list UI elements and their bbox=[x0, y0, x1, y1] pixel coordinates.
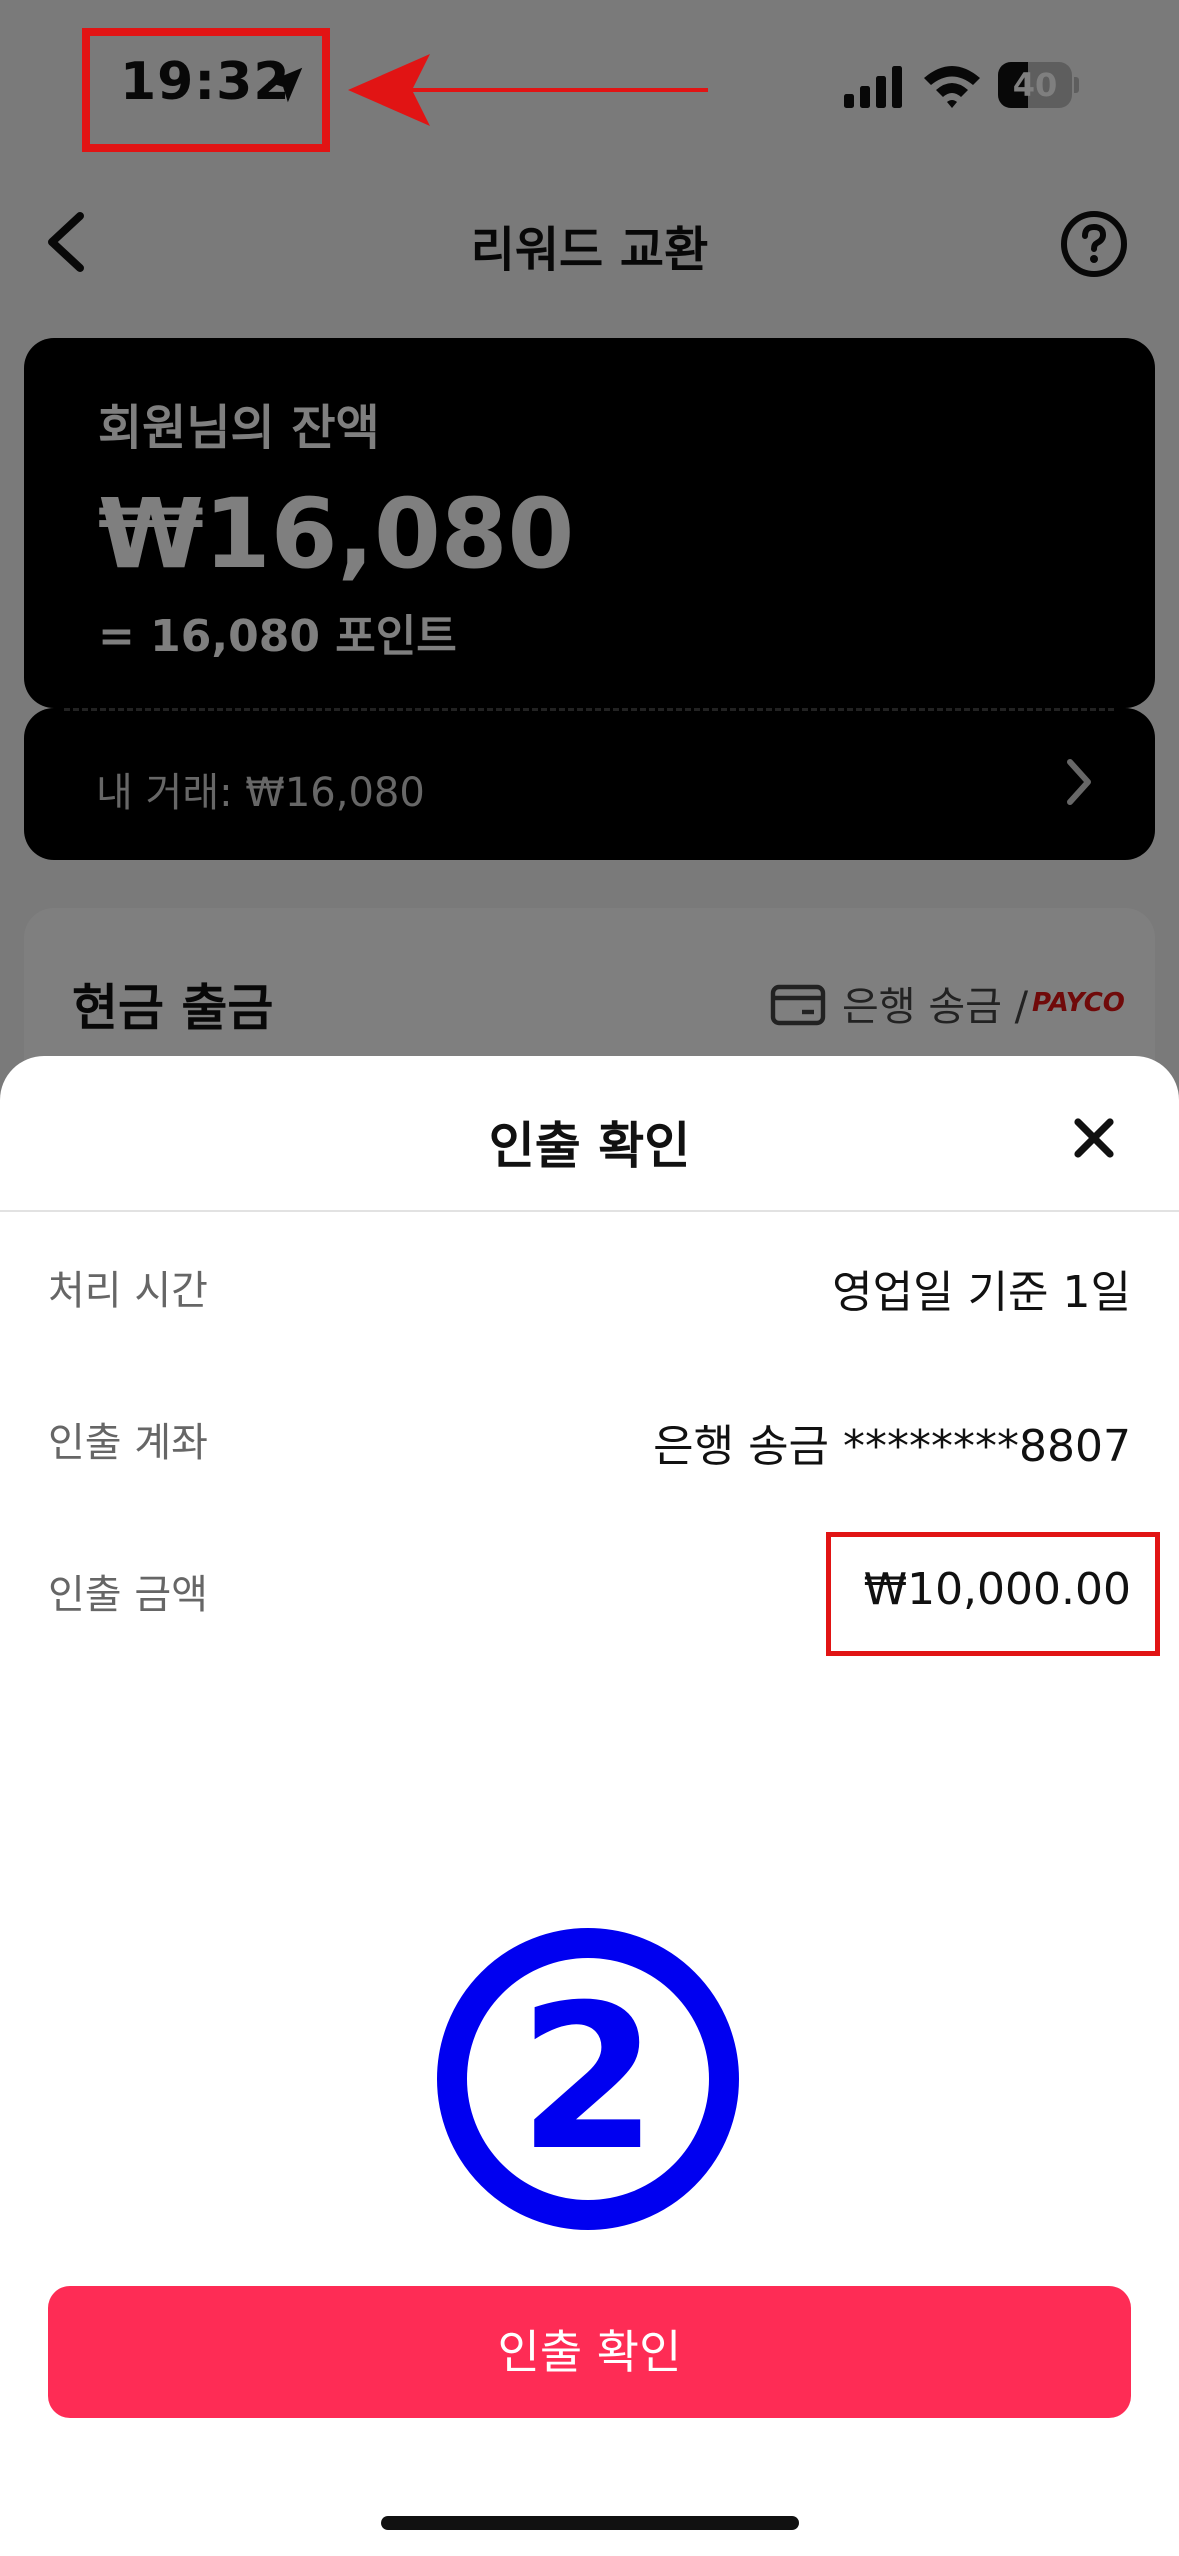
confirm-withdrawal-button[interactable]: 인출 확인 bbox=[48, 2286, 1131, 2418]
processing-time-label: 처리 시간 bbox=[48, 1268, 208, 1314]
withdrawal-confirm-sheet: 인출 확인 처리 시간 영업일 기준 1일 인출 계좌 은행 송금 ******… bbox=[0, 1056, 1179, 2556]
red-arrow-annotation bbox=[348, 54, 708, 126]
time-highlight-box bbox=[82, 28, 330, 152]
withdrawal-amount-label: 인출 금액 bbox=[48, 1572, 208, 1618]
processing-time-value: 영업일 기준 1일 bbox=[832, 1267, 1131, 1318]
close-icon[interactable] bbox=[1070, 1114, 1118, 1162]
withdrawal-account-label: 인출 계좌 bbox=[48, 1420, 208, 1466]
screen: 19:32 40 리워드 교환 회원님의 bbox=[0, 0, 1179, 2556]
step-marker: 2 bbox=[437, 1928, 739, 2230]
home-indicator bbox=[381, 2516, 799, 2530]
amount-highlight-box bbox=[826, 1532, 1160, 1656]
step-number: 2 bbox=[518, 1962, 658, 2195]
sheet-title: 인출 확인 bbox=[488, 1117, 691, 1175]
withdrawal-account-value: 은행 송금 ********8807 bbox=[653, 1421, 1131, 1472]
sheet-divider bbox=[0, 1210, 1179, 1212]
